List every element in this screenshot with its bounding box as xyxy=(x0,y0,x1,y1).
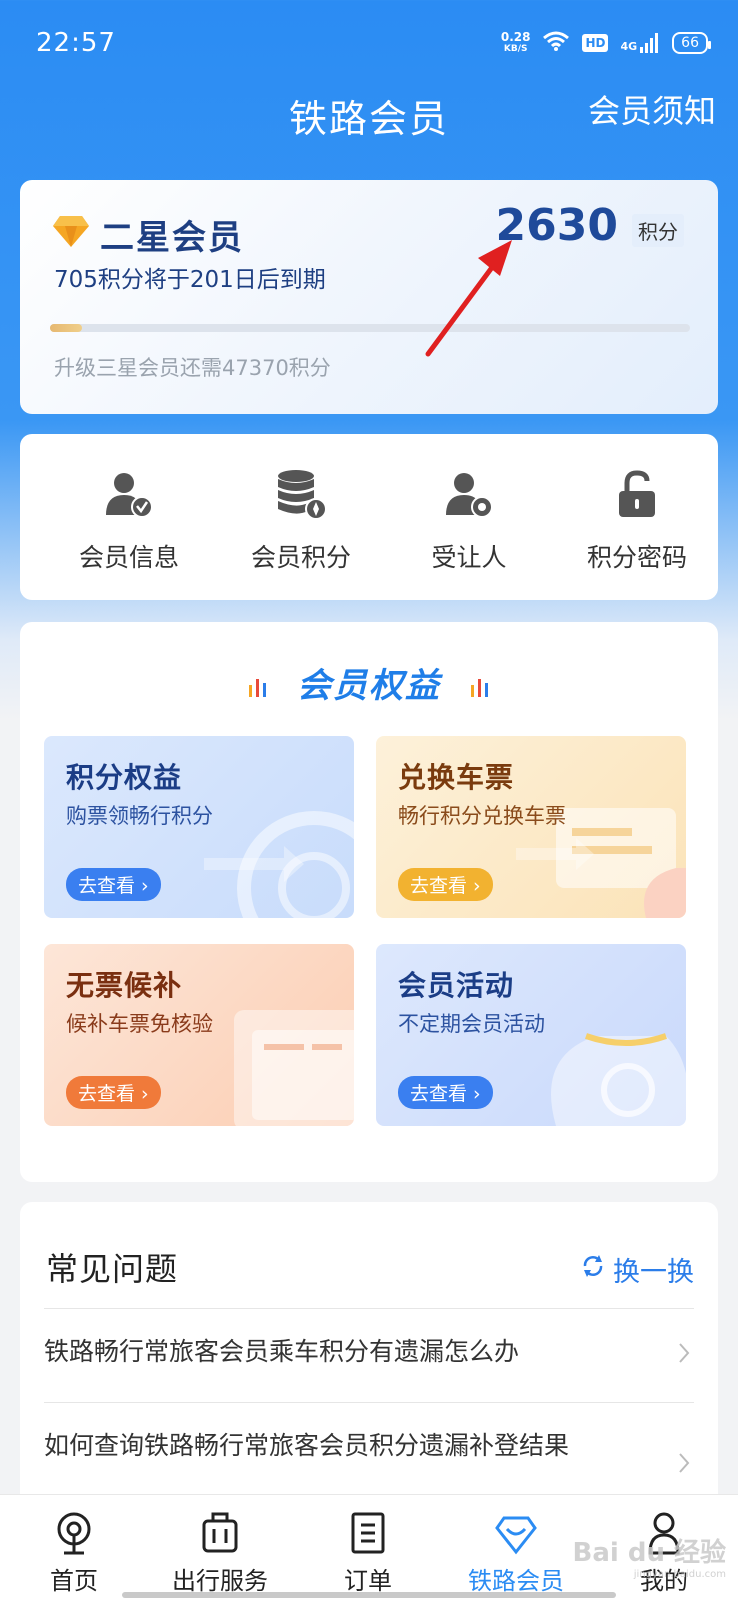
chevron-right-icon xyxy=(678,1452,690,1478)
func-assignee[interactable]: 受让人 xyxy=(384,464,554,574)
tab-railway-member[interactable]: 铁路会员 xyxy=(442,1495,590,1600)
network-speed: 0.28 KB/S xyxy=(500,30,531,54)
tab-travel-services[interactable]: 出行服务 xyxy=(146,1495,294,1600)
bars-decoration-icon xyxy=(469,668,491,708)
order-list-icon xyxy=(294,1503,442,1555)
faq-card: 常见问题 换一换 铁路畅行常旅客会员乘车积分有遗漏怎么办 如何查询铁路畅行常旅客… xyxy=(20,1202,718,1502)
ticket-card-decoration xyxy=(234,1010,354,1126)
tab-home[interactable]: 首页 xyxy=(0,1495,148,1600)
lock-icon xyxy=(552,464,722,524)
battery-icon: 66 xyxy=(672,32,711,54)
hd-badge: HD xyxy=(582,34,609,52)
func-member-points[interactable]: 会员积分 xyxy=(216,464,386,574)
wifi-icon xyxy=(542,30,570,56)
view-button[interactable]: 去查看 › xyxy=(398,868,493,901)
upgrade-progress-fill xyxy=(50,324,82,332)
home-indicator xyxy=(122,1592,616,1598)
member-status-card[interactable]: 二星会员 2630 积分 705积分将于201日后到期 升级三星会员还需4737… xyxy=(20,180,718,414)
gift-bag-decoration xyxy=(551,1033,686,1126)
home-train-icon xyxy=(0,1503,148,1555)
member-notice-link[interactable]: 会员须知 xyxy=(588,86,716,132)
refresh-button[interactable]: 换一换 xyxy=(581,1250,694,1289)
status-time: 22:57 xyxy=(36,28,116,58)
benefit-tile-waitlist[interactable]: 无票候补 候补车票免核验 去查看 › xyxy=(44,944,354,1126)
assignee-icon xyxy=(384,464,554,524)
faq-title: 常见问题 xyxy=(46,1250,179,1288)
points-unit: 积分 xyxy=(632,214,684,247)
points-value: 2630 xyxy=(495,200,618,251)
refresh-icon xyxy=(581,1254,605,1285)
points-database-icon xyxy=(216,464,386,524)
benefit-tile-points[interactable]: 积分权益 购票领畅行积分 去查看 › xyxy=(44,736,354,918)
benefit-tile-exchange-ticket[interactable]: 兑换车票 畅行积分兑换车票 去查看 › xyxy=(376,736,686,918)
divider xyxy=(44,1402,694,1403)
chevron-right-icon xyxy=(678,1342,690,1368)
railway-logo-decoration xyxy=(204,811,354,918)
view-button[interactable]: 去查看 › xyxy=(398,1076,493,1109)
luggage-icon xyxy=(146,1503,294,1555)
faq-item[interactable]: 铁路畅行常旅客会员乘车积分有遗漏怎么办 xyxy=(44,1334,644,1370)
gem-icon xyxy=(52,214,90,252)
baidu-watermark: Bai du 经验 jingyan.baidu.com xyxy=(572,1538,727,1580)
benefit-tile-activities[interactable]: 会员活动 不定期会员活动 去查看 › xyxy=(376,944,686,1126)
member-info-icon xyxy=(44,464,214,524)
upgrade-progress-bar xyxy=(50,324,690,332)
benefits-title: 会员权益 xyxy=(20,658,718,708)
tab-orders[interactable]: 订单 xyxy=(294,1495,442,1600)
member-functions-card: 会员信息 会员积分 受让人 积分密码 xyxy=(20,434,718,600)
view-button[interactable]: 去查看 › xyxy=(66,1076,161,1109)
status-bar: 22:57 0.28 KB/S HD 4G 66 xyxy=(0,0,738,90)
member-level: 二星会员 xyxy=(100,218,244,258)
signal-icon: 4G xyxy=(620,33,660,53)
member-benefits-card: 会员权益 积分权益 购票领畅行积分 去查看 › 兑换车票 畅行积分兑换车票 去查… xyxy=(20,622,718,1182)
view-button[interactable]: 去查看 › xyxy=(66,868,161,901)
status-icons: 0.28 KB/S HD 4G 66 xyxy=(500,30,711,56)
bars-decoration-icon xyxy=(247,668,269,708)
divider xyxy=(44,1308,694,1309)
func-points-password[interactable]: 积分密码 xyxy=(552,464,722,574)
upgrade-hint: 升级三星会员还需47370积分 xyxy=(54,356,331,380)
points-expiry-text: 705积分将于201日后到期 xyxy=(54,267,326,293)
faq-item[interactable]: 如何查询铁路畅行常旅客会员积分遗漏补登结果 xyxy=(44,1428,644,1464)
func-member-info[interactable]: 会员信息 xyxy=(44,464,214,574)
diamond-icon xyxy=(442,1503,590,1555)
